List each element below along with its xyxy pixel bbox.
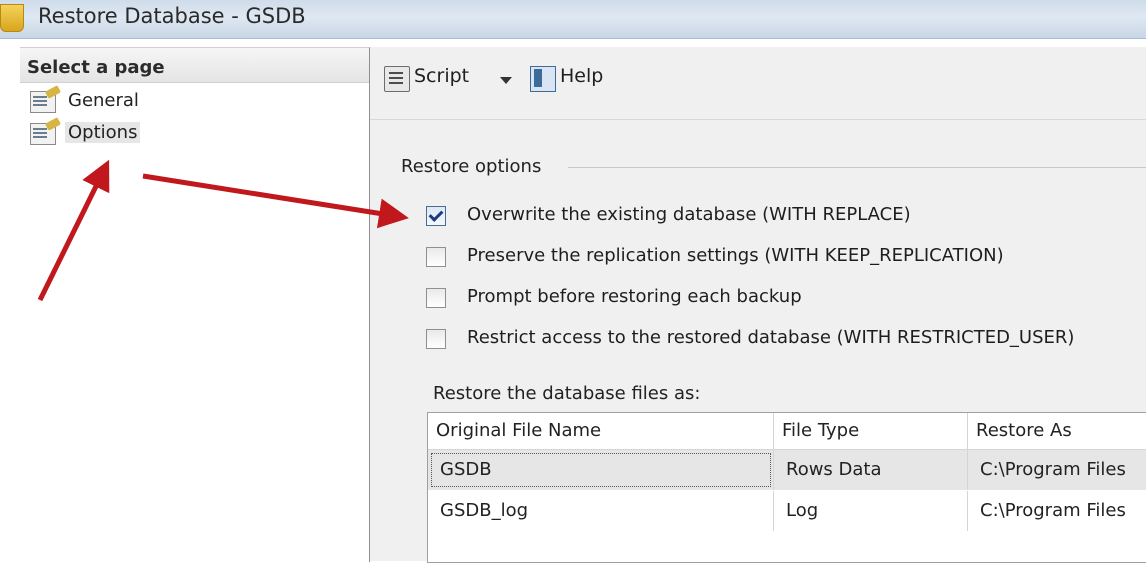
properties-page-icon xyxy=(30,123,56,145)
cell-file-type[interactable]: Rows Data xyxy=(774,450,968,490)
column-header-original-file-name[interactable]: Original File Name xyxy=(428,413,774,449)
cell-original-file-name[interactable]: GSDB_log xyxy=(428,491,774,531)
restore-files-grid[interactable]: Original File Name File Type Restore As … xyxy=(427,412,1146,563)
help-button[interactable]: Help xyxy=(530,63,630,97)
toolbar: Script Help xyxy=(370,47,1146,120)
script-button[interactable]: Script xyxy=(384,63,514,97)
help-icon xyxy=(530,66,556,92)
restore-files-label: Restore the database files as: xyxy=(433,383,701,404)
grid-header: Original File Name File Type Restore As xyxy=(428,413,1146,450)
window-titlebar: Restore Database - GSDB xyxy=(0,0,1146,39)
checkbox[interactable] xyxy=(426,288,446,308)
options-page: Restore options Overwrite the existing d… xyxy=(370,120,1146,563)
properties-page-icon xyxy=(30,91,56,113)
restore-options-group-label: Restore options xyxy=(401,156,542,177)
help-label: Help xyxy=(560,65,604,87)
chevron-down-icon[interactable] xyxy=(500,77,512,84)
column-header-restore-as[interactable]: Restore As xyxy=(968,413,1146,449)
column-header-file-type[interactable]: File Type xyxy=(774,413,968,449)
cell-restore-as[interactable]: C:\Program Files xyxy=(968,450,1146,490)
option-label: Restrict access to the restored database… xyxy=(467,327,1075,348)
page-selector-header: Select a page xyxy=(20,48,369,83)
group-divider xyxy=(568,167,1146,168)
script-label: Script xyxy=(414,65,470,87)
database-icon xyxy=(0,4,24,32)
page-selector-title: Select a page xyxy=(27,57,165,78)
checkbox[interactable] xyxy=(426,329,446,349)
page-item-label: General xyxy=(68,90,139,111)
option-label: Preserve the replication settings (WITH … xyxy=(467,245,1004,266)
page-item-label: Options xyxy=(65,122,141,143)
window-title: Restore Database - GSDB xyxy=(38,4,306,28)
script-icon xyxy=(384,66,410,92)
cell-original-file-name[interactable]: GSDB xyxy=(428,450,774,490)
page-selector-panel: Select a page General Options xyxy=(20,47,370,562)
table-row[interactable]: GSDB Rows Data C:\Program Files xyxy=(428,450,1146,490)
checkbox-checked[interactable] xyxy=(426,206,446,226)
checkbox[interactable] xyxy=(426,247,446,267)
cell-file-type[interactable]: Log xyxy=(774,491,968,531)
option-label: Prompt before restoring each backup xyxy=(467,286,802,307)
cell-restore-as[interactable]: C:\Program Files xyxy=(968,491,1146,531)
option-label: Overwrite the existing database (WITH RE… xyxy=(467,204,911,225)
table-row[interactable]: GSDB_log Log C:\Program Files xyxy=(428,491,1146,531)
